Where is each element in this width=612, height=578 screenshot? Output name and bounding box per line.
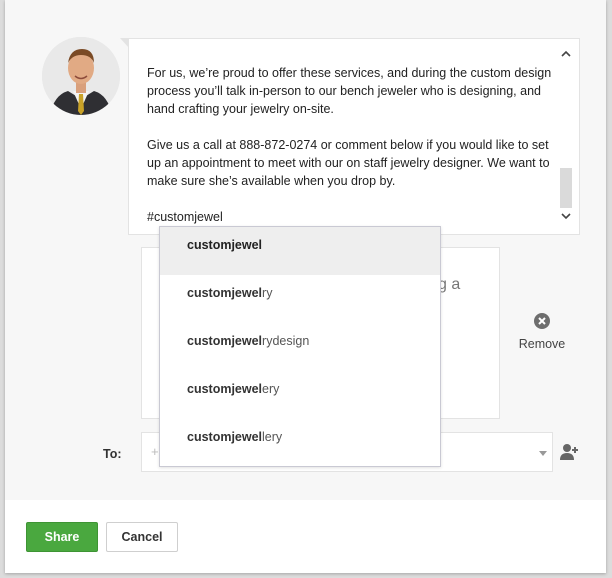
to-plus-glyph: + bbox=[151, 444, 159, 459]
suggestion-match: customjewel bbox=[187, 286, 263, 300]
suggestion-rest: lery bbox=[262, 430, 283, 444]
avatar-photo bbox=[42, 37, 120, 115]
scroll-down-icon[interactable] bbox=[559, 211, 573, 225]
suggestion-item[interactable]: customjewelery bbox=[160, 371, 440, 419]
remove-label: Remove bbox=[518, 337, 566, 351]
post-textarea[interactable]: For us, we’re proud to offer these servi… bbox=[120, 38, 580, 235]
preview-text-fragment: g a bbox=[438, 276, 461, 293]
suggestion-item[interactable]: customjewelrydesign bbox=[160, 323, 440, 371]
post-scrollbar[interactable] bbox=[559, 49, 573, 225]
to-label: To: bbox=[103, 447, 122, 461]
post-paragraph-1: For us, we’re proud to offer these servi… bbox=[147, 66, 552, 116]
suggestion-match: customjewel bbox=[187, 238, 263, 252]
share-dialog: For us, we’re proud to offer these servi… bbox=[5, 0, 606, 573]
remove-preview-button[interactable]: Remove bbox=[512, 313, 572, 353]
post-hashtag: #customjewel bbox=[147, 210, 223, 224]
suggestion-match: customjewel bbox=[187, 382, 263, 396]
hashtag-suggestions-dropdown: customjewel customjewelry customjewelryd… bbox=[159, 226, 441, 467]
post-text[interactable]: For us, we’re proud to offer these servi… bbox=[147, 64, 557, 226]
suggestion-match: customjewel bbox=[187, 334, 263, 348]
close-circle-icon bbox=[534, 313, 550, 329]
scroll-thumb[interactable] bbox=[560, 168, 572, 208]
suggestion-item[interactable]: customjewelry bbox=[160, 275, 440, 323]
avatar bbox=[42, 37, 120, 115]
suggestion-rest: ery bbox=[262, 382, 280, 396]
post-paragraph-2: Give us a call at 888-872-0274 or commen… bbox=[147, 138, 550, 188]
suggestion-rest: rydesign bbox=[262, 334, 310, 348]
scroll-up-icon[interactable] bbox=[559, 49, 573, 63]
suggestion-item[interactable]: customjewellery bbox=[160, 419, 440, 467]
suggestion-item[interactable]: customjewel bbox=[160, 227, 440, 275]
share-button[interactable]: Share bbox=[26, 522, 98, 552]
suggestion-match: customjewel bbox=[187, 430, 263, 444]
dialog-footer: Share Cancel bbox=[5, 500, 606, 573]
chevron-down-icon[interactable] bbox=[539, 451, 547, 456]
cancel-button[interactable]: Cancel bbox=[106, 522, 178, 552]
add-person-icon[interactable] bbox=[559, 443, 579, 461]
suggestion-rest: ry bbox=[262, 286, 273, 300]
